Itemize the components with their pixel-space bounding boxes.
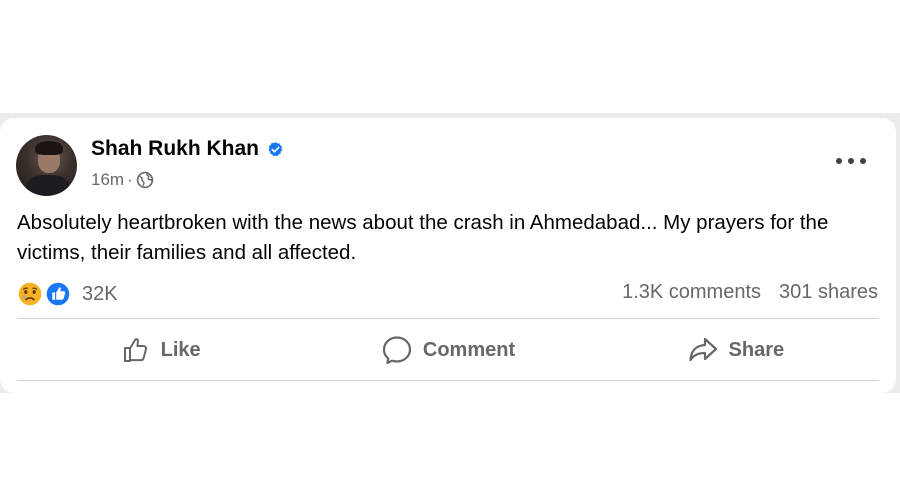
- share-arrow-icon: [688, 337, 717, 362]
- divider: [17, 380, 879, 381]
- comment-button[interactable]: Comment: [304, 324, 591, 376]
- post-timestamp[interactable]: 16m: [91, 170, 124, 190]
- author-name[interactable]: Shah Rukh Khan: [91, 137, 259, 161]
- sad-reaction-icon: [17, 281, 43, 307]
- avatar[interactable]: [16, 135, 77, 196]
- more-options-icon[interactable]: [836, 154, 866, 168]
- post-stats: 1.3K comments 301 shares: [622, 281, 878, 304]
- post-author: Shah Rukh Khan: [91, 137, 284, 161]
- post-action-bar: Like Comment Share: [17, 324, 879, 376]
- like-button-label: Like: [160, 338, 201, 361]
- post-card: Shah Rukh Khan 16m · Absolutely heartbro…: [0, 118, 896, 393]
- comment-count-link[interactable]: 1.3K comments: [622, 281, 761, 304]
- like-reaction-icon: [45, 281, 71, 307]
- post-meta: 16m ·: [91, 170, 154, 190]
- share-button[interactable]: Share: [592, 324, 879, 376]
- share-button-label: Share: [728, 338, 785, 361]
- verified-badge-icon: [268, 141, 283, 156]
- divider: [17, 318, 879, 319]
- share-count-link[interactable]: 301 shares: [779, 281, 878, 304]
- post-text: Absolutely heartbroken with the news abo…: [17, 211, 829, 264]
- reaction-count: 32K: [82, 282, 118, 305]
- globe-icon[interactable]: [136, 171, 154, 189]
- like-button[interactable]: Like: [17, 324, 304, 376]
- thumbs-up-icon: [123, 338, 147, 362]
- comment-button-label: Comment: [422, 338, 516, 361]
- comment-icon: [382, 336, 411, 365]
- reaction-summary[interactable]: 32K: [17, 281, 118, 307]
- meta-separator: ·: [127, 170, 133, 189]
